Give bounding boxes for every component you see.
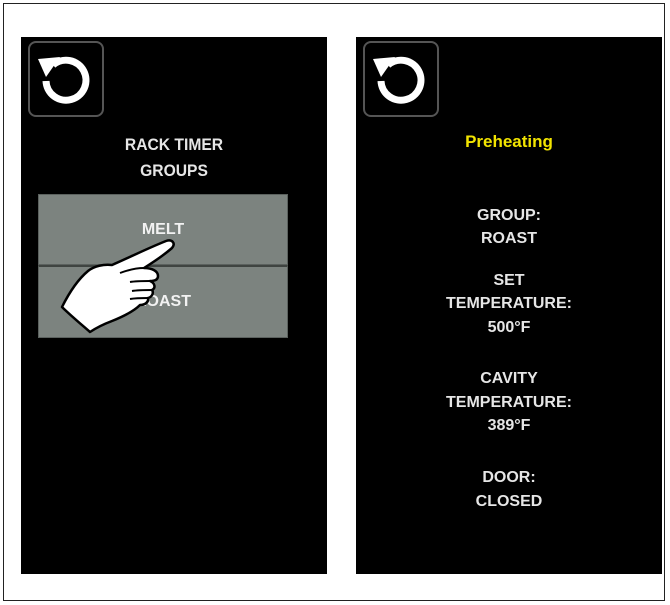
set-temp-label-line1: SET — [493, 272, 525, 289]
cavity-temp-value: 389°F — [487, 417, 531, 434]
group-label: GROUP: — [477, 207, 541, 224]
status-text: Preheating — [465, 132, 553, 151]
cavity-temp-label-line2: TEMPERATURE: — [446, 394, 572, 411]
set-temp-value: 500°F — [487, 319, 531, 336]
reset-icon — [38, 56, 90, 104]
cavity-temp-label-line1: CAVITY — [480, 370, 538, 387]
door-label: DOOR: — [482, 469, 536, 486]
preheating-status-screen: Preheating GROUP: ROAST SET TEMPERATURE:… — [356, 37, 662, 574]
rack-timer-groups-screen: RACK TIMER GROUPS MELT ROAST — [21, 37, 327, 574]
screen-title-line2: GROUPS — [140, 161, 208, 180]
door-value: CLOSED — [475, 493, 543, 510]
set-temp-label-line2: TEMPERATURE: — [446, 295, 572, 312]
screen-title-line1: RACK TIMER — [124, 135, 224, 154]
pointing-hand-icon — [60, 239, 175, 334]
group-value: ROAST — [481, 230, 537, 247]
reset-button[interactable] — [28, 41, 104, 117]
reset-icon — [373, 56, 425, 104]
reset-button[interactable] — [363, 41, 439, 117]
